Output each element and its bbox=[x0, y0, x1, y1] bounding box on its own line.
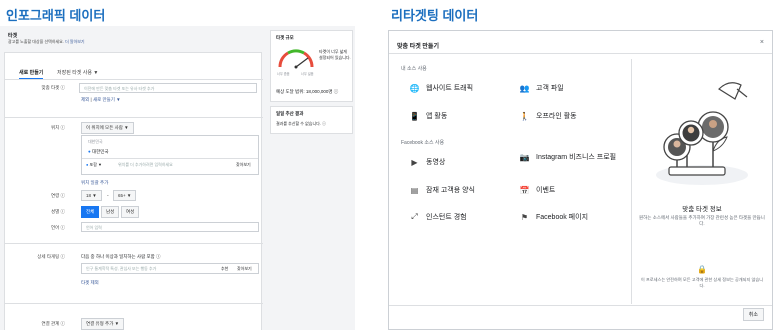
modal-title: 맞춤 타겟 만들기 bbox=[397, 44, 439, 50]
exclude-people-link[interactable]: 타겟 제외 bbox=[81, 280, 99, 286]
gauge-narrow-label: 너무 좁음 bbox=[277, 72, 290, 76]
gender-male-button[interactable]: 남성 bbox=[101, 206, 120, 218]
audience-panel: 타겟 광고를 노출할 대상을 선택하세요. 더 알아보기 새로 만들기 저장된 … bbox=[0, 26, 355, 330]
gender-all-button[interactable]: 전체 bbox=[81, 206, 100, 218]
gauge-broad-label: 너무 넓음 bbox=[301, 72, 314, 76]
own-sources-heading: 내 소스 사용 bbox=[401, 66, 427, 72]
calendar-icon: 📅 bbox=[519, 185, 530, 195]
info-desc: 원하는 소스에서 사람들을 추가하여 가장 관련성 높은 타겟을 만듭니다. bbox=[639, 215, 765, 226]
estimated-reach: 예상 도달 범위: 18,000,000명 ⓘ bbox=[276, 89, 339, 94]
gender-label: 성별 ⓘ bbox=[50, 209, 65, 214]
info-title: 맞춤 타겟 정보 bbox=[682, 206, 722, 213]
location-browse-button[interactable]: 찾아보기 bbox=[236, 162, 251, 168]
detailed-targeting-desc: 다음 중 하나 이상과 일치하는 사람 포함 ⓘ bbox=[81, 254, 161, 259]
pin-icon: ● bbox=[88, 149, 91, 154]
option-events[interactable]: 📅 이벤트 bbox=[519, 185, 556, 195]
modal-divider bbox=[631, 59, 632, 304]
option-instant-experience[interactable]: ⤢ 인스턴트 경험 bbox=[409, 212, 466, 222]
daily-results-title: 일일 추산 결과 bbox=[276, 111, 304, 116]
suggest-button[interactable]: 추천 bbox=[221, 266, 228, 272]
location-select[interactable]: 이 위치에 모든 사람 ▼ bbox=[81, 122, 134, 134]
pin-icon: ● bbox=[86, 162, 89, 167]
audience-gauge-icon bbox=[278, 49, 314, 69]
people-plants-illustration bbox=[656, 82, 748, 185]
audience-desc: 광고를 노출할 대상을 선택하세요. 더 알아보기 bbox=[8, 39, 85, 44]
lock-icon: 🔒 bbox=[697, 265, 707, 274]
location-label: 위치 ⓘ bbox=[50, 125, 65, 130]
location-item[interactable]: ● 대한민국 bbox=[88, 149, 109, 155]
exclude-link[interactable]: 제외 bbox=[81, 97, 89, 102]
people-icon: 👥 bbox=[519, 83, 530, 93]
custom-audience-actions: 제외 | 새로 만들기 ▼ bbox=[81, 97, 121, 102]
create-new-link[interactable]: 새로 만들기 ▼ bbox=[93, 97, 121, 102]
expand-icon: ⤢ bbox=[411, 212, 418, 221]
gender-female-button[interactable]: 여성 bbox=[121, 206, 140, 218]
detailed-targeting-input[interactable]: 인구 통계학적 특성, 관심사 또는 행동 추가 bbox=[81, 263, 259, 274]
custom-audience-modal: 맞춤 타겟 만들기 × 내 소스 사용 🌐 웹사이트 트래픽 👥 고객 파일 📱 앱 … bbox=[388, 30, 773, 330]
detailed-targeting-label: 상세 타게팅 ⓘ bbox=[37, 254, 65, 259]
close-icon[interactable]: × bbox=[760, 39, 764, 46]
age-max-select[interactable]: 65+ ▼ bbox=[113, 190, 137, 201]
person-walk-icon: 🚶 bbox=[519, 111, 530, 121]
option-instagram-profile[interactable]: 📷 Instagram 비즈니스 프로필 bbox=[519, 153, 627, 162]
custom-audience-input[interactable]: 이전에 만든 맞춤 타겟 또는 유사 타겟 추가 bbox=[79, 83, 257, 93]
tab-saved-audience[interactable]: 저장된 타겟 사용 ▼ bbox=[57, 69, 98, 76]
instagram-icon: 📷 bbox=[519, 153, 530, 162]
detailed-browse-button[interactable]: 찾아보기 bbox=[237, 266, 252, 272]
bulk-add-link[interactable]: 위치 일괄 추가 bbox=[81, 180, 108, 186]
include-select[interactable]: ● 포함 ▼ bbox=[86, 162, 102, 168]
audience-title: 타겟 bbox=[8, 33, 18, 39]
globe-icon: 🌐 bbox=[409, 83, 420, 93]
learn-more-link[interactable]: 더 알아보기 bbox=[65, 39, 85, 44]
option-facebook-page[interactable]: ⚑ Facebook 페이지 bbox=[519, 212, 588, 222]
location-box: 대한민국 ● 대한민국 ● 포함 ▼ 위치를 더 추가하려면 입력하세요 찾아보… bbox=[81, 135, 259, 175]
facebook-sources-heading: Facebook 소스 사용 bbox=[401, 140, 445, 146]
option-video[interactable]: ▶ 동영상 bbox=[409, 157, 445, 167]
mobile-icon: 📱 bbox=[409, 111, 420, 121]
audience-size-card: 타겟 규모 너무 좁음 너무 넓음 타켓이 너무 넓게 설정되어 있습니다. 예… bbox=[270, 30, 353, 102]
language-input[interactable]: 언어 입력 bbox=[81, 222, 259, 232]
audience-size-desc: 타켓이 너무 넓게 설정되어 있습니다. bbox=[319, 49, 351, 60]
right-heading: 리타겟팅 데이터 bbox=[391, 8, 479, 23]
location-country-header: 대한민국 bbox=[88, 139, 103, 144]
daily-results-desc: 결과를 추산할 수 없습니다. ⓘ bbox=[276, 121, 327, 126]
age-label: 연령 ⓘ bbox=[50, 193, 65, 198]
connection-type-select[interactable]: 연결 유형 추가 ▼ bbox=[81, 318, 125, 330]
play-icon: ▶ bbox=[411, 157, 418, 167]
custom-audience-label: 맞춤 타겟 ⓘ bbox=[41, 85, 65, 90]
language-label: 언어 ⓘ bbox=[50, 225, 65, 230]
cancel-button[interactable]: 취소 bbox=[742, 308, 764, 321]
option-website-traffic[interactable]: 🌐 웹사이트 트래픽 bbox=[409, 83, 474, 93]
flag-icon: ⚑ bbox=[520, 212, 529, 222]
option-lead-form[interactable]: ▤ 잠재 고객용 양식 bbox=[409, 185, 475, 195]
form-icon: ▤ bbox=[410, 185, 419, 195]
age-dash: - bbox=[107, 193, 109, 199]
daily-results-card: 일일 추산 결과 결과를 추산할 수 없습니다. ⓘ bbox=[270, 106, 353, 134]
location-search-input[interactable]: 위치를 더 추가하려면 입력하세요 bbox=[118, 162, 173, 168]
targeting-card: 새로 만들기 저장된 타겟 사용 ▼ 맞춤 타겟 ⓘ 이전에 만든 맞춤 타겟 … bbox=[4, 52, 263, 330]
age-min-select[interactable]: 18 ▼ bbox=[81, 190, 102, 201]
option-offline-activity[interactable]: 🚶 오프라인 활동 bbox=[519, 111, 577, 121]
option-customer-file[interactable]: 👥 고객 파일 bbox=[519, 83, 564, 93]
connections-label: 연결 관계 ⓘ bbox=[41, 321, 65, 326]
left-heading: 인포그래픽 데이터 bbox=[6, 8, 106, 23]
privacy-note: 이 프로세스는 안전하며 모든 고객에 관한 상세 정보는 공개되지 않습니다. bbox=[640, 277, 764, 288]
audience-size-title: 타겟 규모 bbox=[276, 35, 294, 40]
option-app-activity[interactable]: 📱 앱 활동 bbox=[409, 111, 448, 121]
